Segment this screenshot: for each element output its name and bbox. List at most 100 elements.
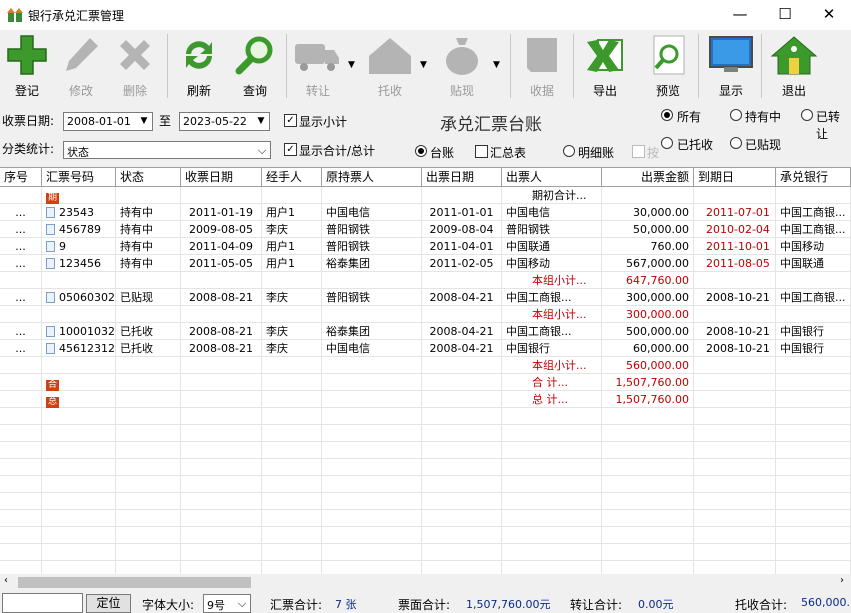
table-row[interactable] (0, 425, 851, 442)
view-ledger-radio[interactable] (415, 145, 427, 157)
bill-count-value: 7 张 (335, 598, 357, 611)
horizontal-scrollbar[interactable]: ‹ › (0, 574, 851, 591)
collect-button[interactable]: 托收 (362, 30, 418, 102)
collect-dropdown-arrow[interactable]: ▼ (420, 60, 427, 70)
status-transferred-radio[interactable] (801, 109, 813, 121)
bill-number: 9 (59, 240, 66, 253)
toolbar-separator (510, 34, 511, 98)
status-all-radio[interactable] (661, 109, 673, 121)
delete-button[interactable]: 删除 (110, 30, 160, 102)
export-button[interactable]: 导出 (580, 30, 630, 102)
font-size-select[interactable]: 9号 ⌵ (203, 594, 251, 613)
table-cell (322, 442, 422, 459)
table-row[interactable]: 本组小计... 647,760.00 (0, 272, 851, 289)
maximize-button[interactable]: ☐ (762, 0, 808, 30)
table-row[interactable]: ... 10001032 已托收 2008-08-21 李庆 裕泰集团 2008-04-21… (0, 323, 851, 340)
status-collecting-radio[interactable] (661, 137, 673, 149)
scroll-right-icon[interactable]: › (840, 575, 844, 586)
column-header[interactable]: 到期日 (694, 168, 776, 187)
table-cell (694, 374, 776, 391)
locate-button[interactable]: 定位 (86, 594, 131, 613)
table-row[interactable]: 本组小计... 300,000.00 (0, 306, 851, 323)
table-cell (181, 510, 262, 527)
minimize-button[interactable]: — (717, 0, 763, 30)
table-row[interactable] (0, 476, 851, 493)
status-discounted-radio[interactable] (730, 137, 742, 149)
locate-input[interactable] (2, 593, 83, 613)
column-header[interactable]: 经手人 (262, 168, 322, 187)
table-cell: 总 (42, 391, 116, 408)
face-total-label: 票面合计: (398, 598, 451, 612)
face-total-value: 1,507,760.00元 (466, 598, 551, 611)
scroll-left-icon[interactable]: ‹ (4, 575, 8, 586)
table-cell: 用户1 (262, 238, 322, 255)
column-header[interactable]: 汇票号码 (42, 168, 116, 187)
table-cell (602, 544, 694, 561)
table-cell (776, 306, 851, 323)
transfer-dropdown-arrow[interactable]: ▼ (348, 60, 355, 70)
table-row[interactable]: 期 期初合计... (0, 187, 851, 204)
discount-button[interactable]: 贴现 (434, 30, 490, 102)
column-header[interactable]: 出票人 (502, 168, 602, 187)
table-row[interactable]: ... 45612312 已托收 2008-08-21 李庆 中国电信 2008-04-21… (0, 340, 851, 357)
category-select[interactable]: 状态 ⌵ (63, 141, 271, 159)
show-total-checkbox[interactable]: ✓ (284, 143, 297, 156)
column-header[interactable]: 状态 (116, 168, 181, 187)
query-button[interactable]: 查询 (230, 30, 280, 102)
table-row[interactable] (0, 408, 851, 425)
column-header[interactable]: 收票日期 (181, 168, 262, 187)
discount-dropdown-arrow[interactable]: ▼ (493, 60, 500, 70)
table-cell (502, 544, 602, 561)
table-row[interactable] (0, 459, 851, 476)
edit-button[interactable]: 修改 (56, 30, 106, 102)
table-cell (116, 476, 181, 493)
view-detail-radio[interactable] (563, 145, 575, 157)
category-label: 分类统计: (2, 142, 55, 156)
scrollbar-thumb[interactable] (18, 577, 251, 588)
table-row[interactable] (0, 493, 851, 510)
column-header[interactable]: 出票金额 (602, 168, 694, 187)
show-subtotal-checkbox[interactable]: ✓ (284, 114, 297, 127)
table-row[interactable]: ... 05060302 已贴现 2008-08-21 李庆 普阳钢铁 2008-04-21… (0, 289, 851, 306)
table-cell (694, 476, 776, 493)
date-from-picker[interactable]: 2008-01-01 ▼ (63, 112, 153, 131)
exit-button[interactable]: 退出 (768, 30, 820, 102)
table-row[interactable]: 本组小计... 560,000.00 (0, 357, 851, 374)
calendar-dropdown-icon[interactable]: ▼ (253, 113, 269, 130)
table-cell (502, 527, 602, 544)
table-row[interactable]: 合 合 计... 1,507,760.00 (0, 374, 851, 391)
table-row[interactable]: ... 456789 持有中 2009-08-05 李庆 普阳钢铁 2009-08-04 普阳… (0, 221, 851, 238)
table-cell (602, 187, 694, 204)
register-button[interactable]: 登记 (2, 30, 52, 102)
table-cell: 已贴现 (116, 289, 181, 306)
table-row[interactable] (0, 442, 851, 459)
table-row[interactable] (0, 527, 851, 544)
table-row[interactable]: ... 9 持有中 2011-04-09 用户1 普阳钢铁 2011-04-01 中国联通 76… (0, 238, 851, 255)
table-row[interactable]: 总 总 计... 1,507,760.00 (0, 391, 851, 408)
refresh-button[interactable]: 刷新 (174, 30, 224, 102)
calendar-dropdown-icon[interactable]: ▼ (136, 113, 152, 130)
by-period-checkbox[interactable] (632, 145, 645, 158)
receipt-button[interactable]: 收据 (516, 30, 568, 102)
table-cell (602, 527, 694, 544)
column-header[interactable]: 承兑银行 (776, 168, 851, 187)
chevron-down-icon[interactable]: ⌵ (254, 142, 270, 159)
status-holding-radio[interactable] (730, 109, 742, 121)
table-row[interactable]: ... 23543 持有中 2011-01-19 用户1 中国电信 2011-01-01 中国… (0, 204, 851, 221)
table-row[interactable] (0, 544, 851, 561)
preview-button[interactable]: 预览 (643, 30, 693, 102)
display-button[interactable]: 显示 (705, 30, 757, 102)
column-header[interactable]: 序号 (0, 168, 42, 187)
exit-label: 退出 (781, 84, 806, 98)
chevron-down-icon[interactable]: ⌵ (234, 595, 250, 612)
bill-table[interactable]: 序号 汇票号码 状态 收票日期 经手人 原持票人 出票日期 出票人 出票金额 到… (0, 167, 851, 578)
column-header[interactable]: 原持票人 (322, 168, 422, 187)
transfer-button[interactable]: 转让 (290, 30, 346, 102)
table-row[interactable] (0, 510, 851, 527)
date-to-picker[interactable]: 2023-05-22 ▼ (179, 112, 270, 131)
close-button[interactable]: ✕ (806, 0, 851, 30)
column-header[interactable]: 出票日期 (422, 168, 502, 187)
table-row[interactable]: ... 123456 持有中 2011-05-05 用户1 裕泰集团 2011-02-05 中… (0, 255, 851, 272)
status-discounted-label: 已贴现 (745, 138, 782, 152)
view-summary-checkbox[interactable] (475, 145, 488, 158)
